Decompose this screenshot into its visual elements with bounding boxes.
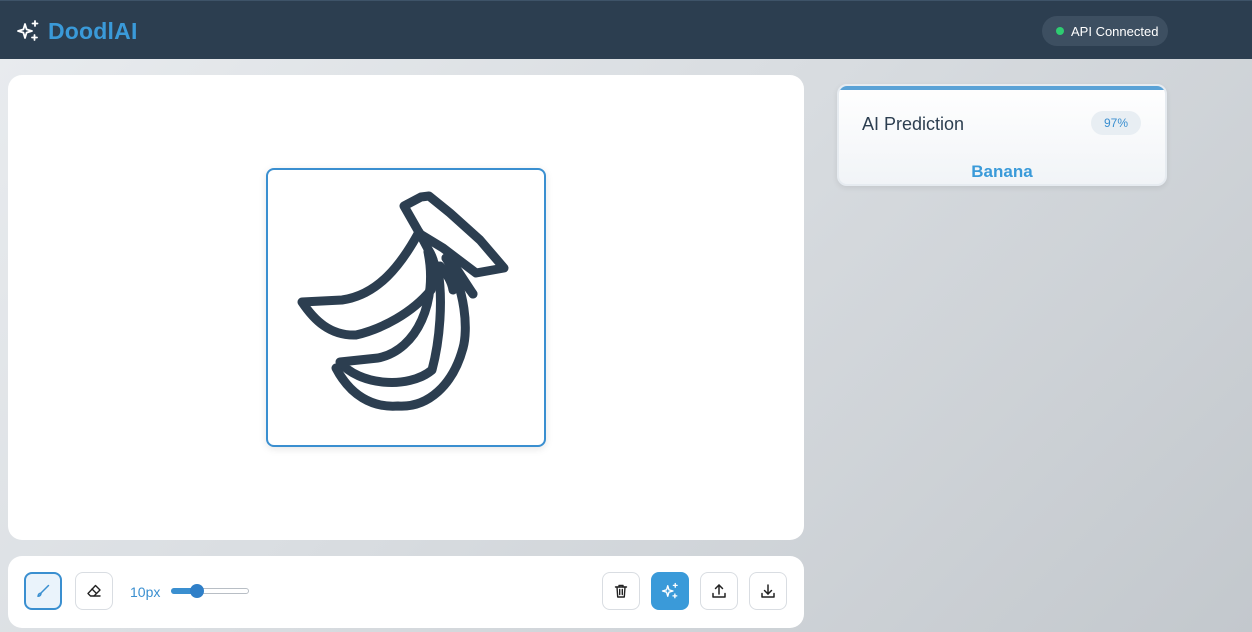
brand[interactable]: DoodlAI: [16, 16, 138, 46]
brush-icon: [37, 584, 50, 598]
eraser-tool-button[interactable]: [75, 572, 113, 610]
predict-button[interactable]: [651, 572, 689, 610]
toolbar: 10px: [8, 556, 804, 628]
brush-tool-button[interactable]: [24, 572, 62, 610]
prediction-title: AI Prediction: [862, 114, 965, 134]
upload-button[interactable]: [700, 572, 738, 610]
api-status-text: API Connected: [1071, 23, 1159, 39]
download-icon: [761, 584, 775, 598]
app-title: DoodlAI: [48, 17, 138, 44]
download-button[interactable]: [749, 572, 787, 610]
brush-size-slider[interactable]: [171, 584, 249, 598]
confidence-badge: 97%: [1091, 111, 1141, 135]
trash-icon: [614, 584, 628, 598]
app-header: DoodlAI API Connected: [0, 0, 1252, 59]
prediction-card: AI Prediction 97% Banana: [837, 84, 1167, 186]
clear-button[interactable]: [602, 572, 640, 610]
drawing-canvas[interactable]: [266, 168, 546, 447]
eraser-icon: [87, 584, 101, 597]
slider-thumb[interactable]: [190, 584, 205, 598]
sparkles-icon: [17, 20, 39, 41]
brush-size-label: 10px: [130, 584, 161, 600]
upload-icon: [712, 584, 726, 598]
sparkles-icon: [661, 582, 678, 599]
status-dot-icon: [1056, 27, 1064, 35]
prediction-accent-bar: [839, 86, 1165, 90]
prediction-label: Banana: [971, 162, 1033, 181]
banana-doodle: [297, 191, 509, 411]
canvas-panel: [8, 75, 804, 540]
api-status-badge: API Connected: [1042, 16, 1168, 46]
